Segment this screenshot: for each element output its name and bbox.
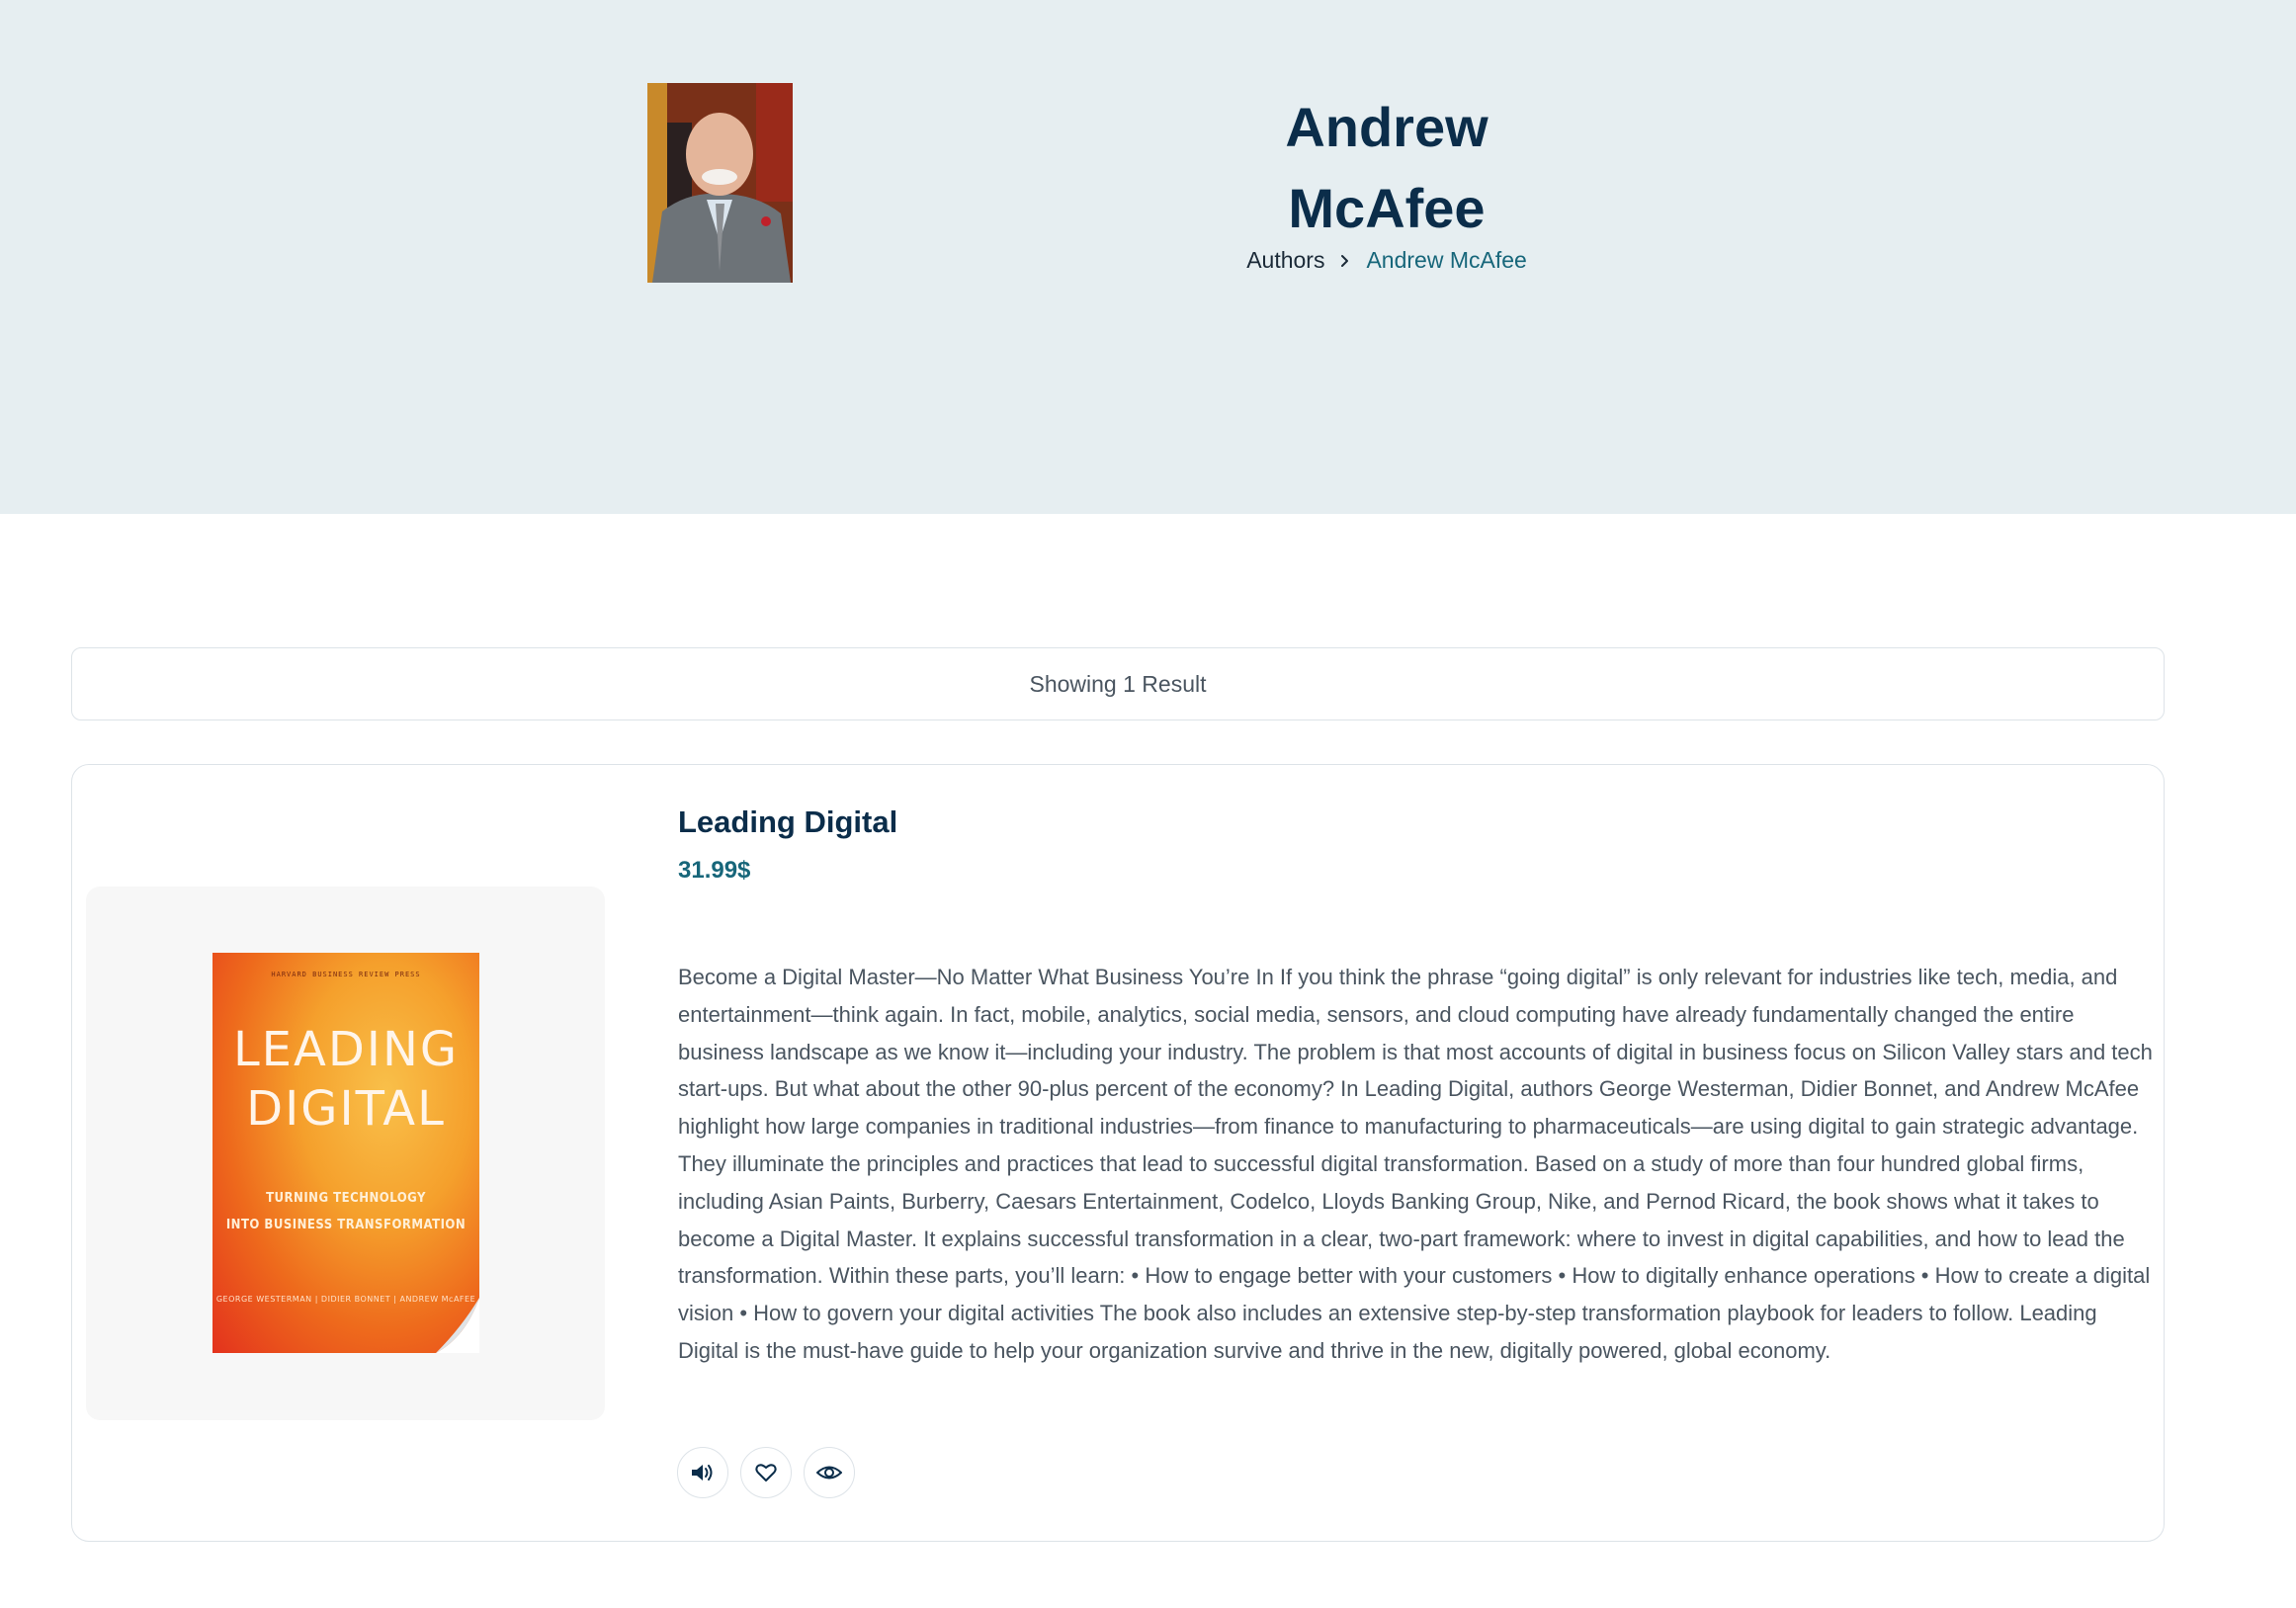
page-curl-icon (436, 1298, 479, 1353)
cover-subtitle: TURNING TECHNOLOGY INTO BUSINESS TRANSFO… (213, 1185, 479, 1238)
breadcrumb: Authors Andrew McAfee (1189, 247, 1584, 274)
breadcrumb-authors-link[interactable]: Authors (1246, 247, 1324, 274)
speaker-icon (692, 1465, 713, 1481)
product-title[interactable]: Leading Digital (678, 804, 897, 840)
book-cover-image[interactable]: HARVARD BUSINESS REVIEW PRESS LEADING DI… (213, 953, 479, 1353)
cover-publisher-line: HARVARD BUSINESS REVIEW PRESS (271, 971, 421, 978)
product-price: 31.99$ (678, 857, 751, 884)
results-summary: Showing 1 Result (71, 647, 2165, 720)
book-cover-container[interactable]: HARVARD BUSINESS REVIEW PRESS LEADING DI… (86, 887, 605, 1420)
product-card: HARVARD BUSINESS REVIEW PRESS LEADING DI… (71, 764, 2165, 1542)
cover-subtitle-line1: TURNING TECHNOLOGY (266, 1191, 426, 1206)
listen-button[interactable] (677, 1447, 728, 1498)
product-description: Become a Digital Master—No Matter What B… (678, 965, 2153, 1363)
chevron-right-icon (1341, 254, 1349, 267)
quick-view-button[interactable] (804, 1447, 855, 1498)
page-title: Andrew McAfee (1285, 96, 1488, 239)
breadcrumb-current: Andrew McAfee (1366, 247, 1527, 273)
product-actions (677, 1447, 855, 1498)
author-portrait-image (647, 83, 793, 283)
eye-icon (816, 1466, 842, 1480)
cover-title-line2: DIGITAL (246, 1081, 446, 1137)
cover-title-line1: LEADING (232, 1022, 460, 1077)
cover-subtitle-line2: INTO BUSINESS TRANSFORMATION (225, 1218, 467, 1232)
heart-icon (755, 1464, 777, 1481)
wishlist-button[interactable] (740, 1447, 792, 1498)
author-hero: Andrew McAfee Authors Andrew McAfee (0, 0, 2296, 514)
results-count-text: Showing 1 Result (1029, 670, 1207, 697)
author-photo (647, 83, 793, 283)
cover-title: LEADING DIGITAL (213, 1020, 479, 1139)
